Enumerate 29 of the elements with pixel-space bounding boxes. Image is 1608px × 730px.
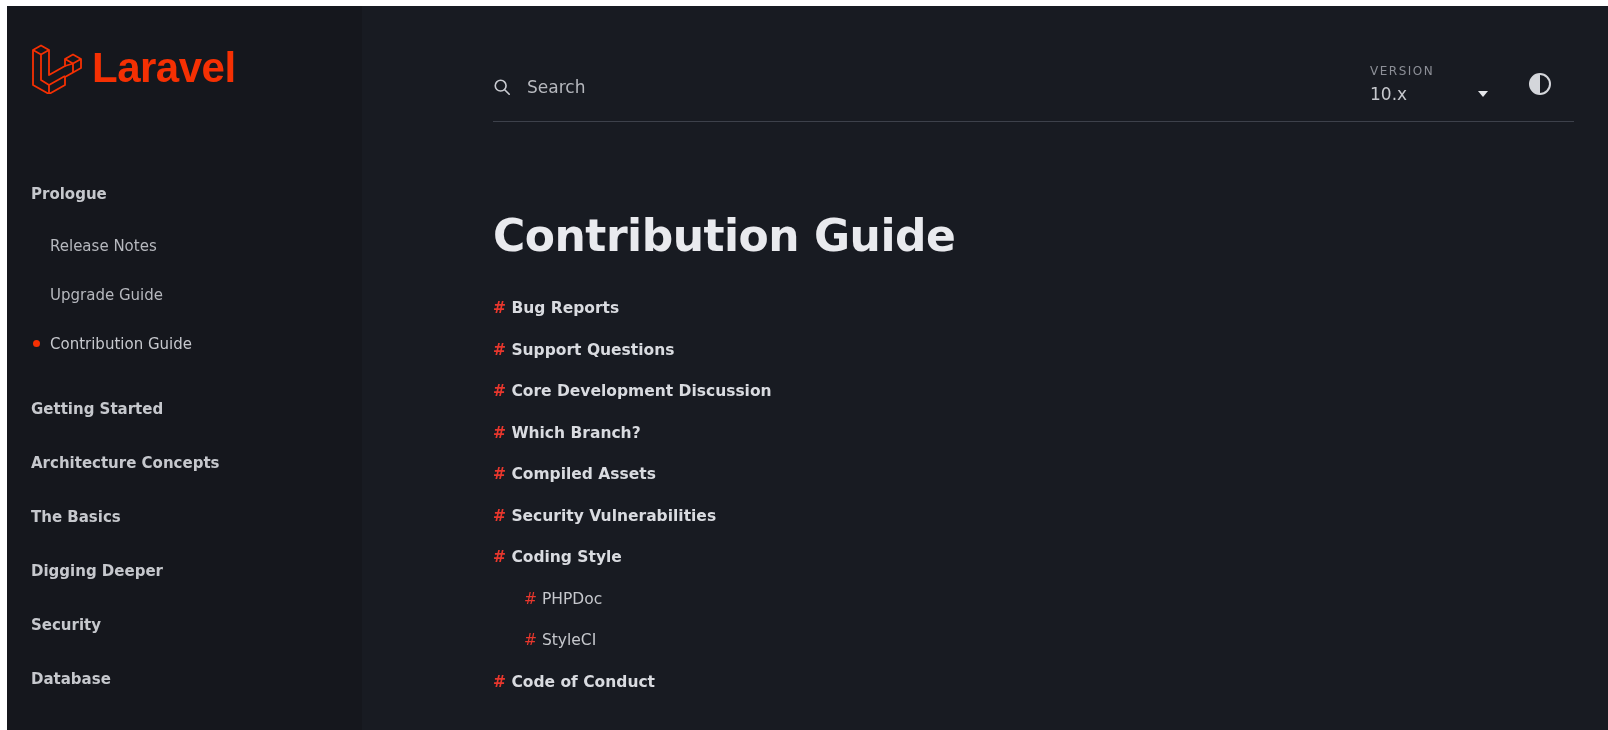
sidebar-link[interactable]: Release Notes	[31, 221, 362, 270]
logo-text[interactable]: Laravel	[92, 44, 236, 92]
toc-link[interactable]: # Coding Style	[493, 547, 622, 567]
page-title: Contribution Guide	[493, 209, 957, 263]
caret-icon	[1478, 90, 1488, 97]
sidebar-section-link[interactable]: Architecture Concepts	[31, 436, 362, 490]
search-icon	[493, 77, 511, 96]
toc-link[interactable]: # Bug Reports	[493, 298, 620, 318]
toc-link[interactable]: # Security Vulnerabilities	[493, 505, 717, 526]
sidebar-section-link[interactable]: The Basics	[31, 490, 362, 544]
theme-toggle-icon[interactable]	[1528, 71, 1552, 96]
toc-link[interactable]: # Code of Conduct	[493, 671, 655, 692]
sidebar-link[interactable]: Contribution Guide	[31, 319, 362, 368]
sidebar-link[interactable]: Upgrade Guide	[31, 270, 362, 319]
sidebar-section-link[interactable]: Security	[31, 598, 362, 652]
sidebar-section-link[interactable]: Database	[31, 652, 362, 706]
sidebar-section-link[interactable]: Prologue	[31, 167, 362, 221]
sidebar-section-link[interactable]: Digging Deeper	[31, 544, 362, 598]
toc-link[interactable]: # PHPDoc	[524, 588, 603, 609]
toc-link[interactable]: # StyleCI	[524, 630, 597, 650]
toc-link[interactable]: # Core Development Discussion	[493, 381, 772, 401]
sidebar-section-link[interactable]: Getting Started	[31, 382, 362, 436]
toc-link[interactable]: # Support Questions	[493, 339, 675, 360]
toc-link[interactable]: # Which Branch?	[493, 422, 641, 443]
toc-link[interactable]: # Compiled Assets	[493, 464, 656, 484]
logo-icon	[32, 42, 82, 94]
version-select[interactable]: 10.x	[1370, 83, 1488, 104]
version-label: VERSION	[1370, 63, 1436, 78]
search-field[interactable]: Search	[525, 75, 729, 98]
